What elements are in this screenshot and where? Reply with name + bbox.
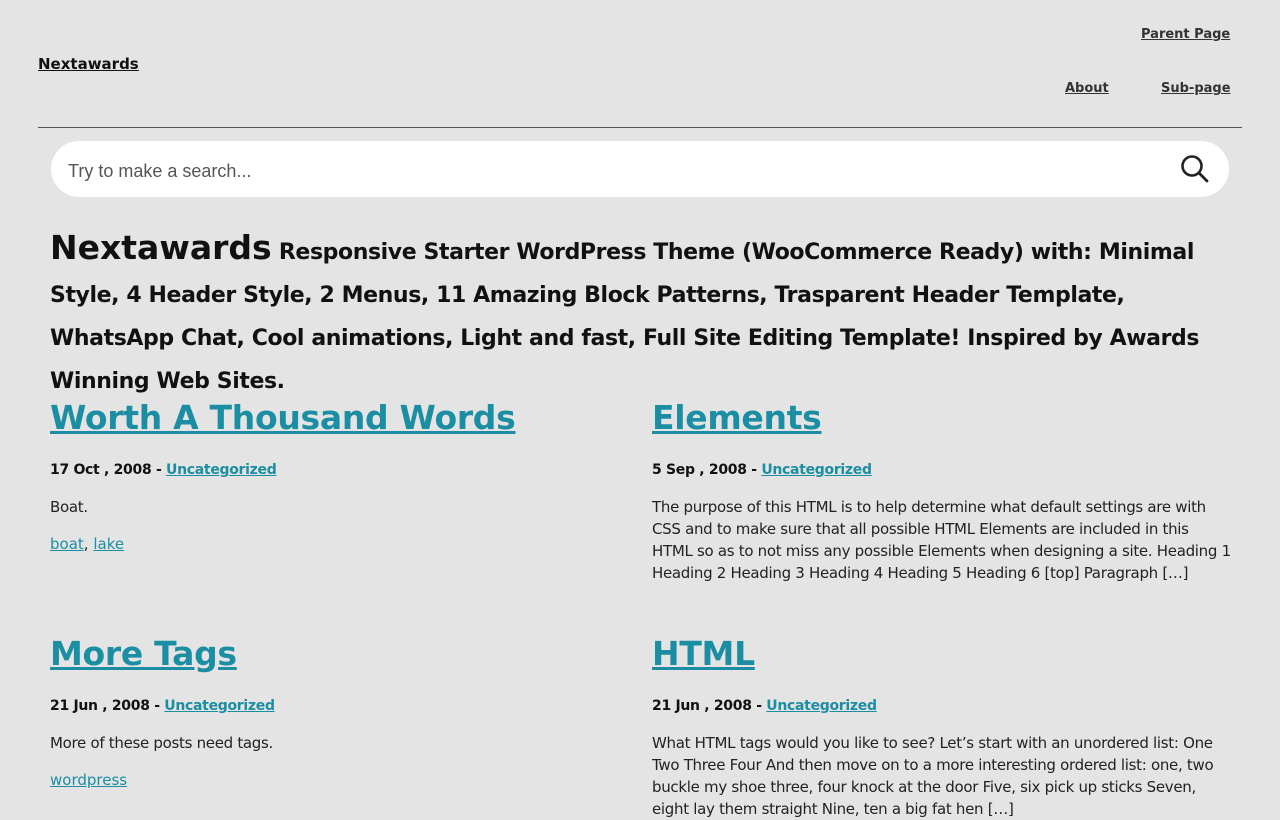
- post-excerpt: More of these posts need tags.: [50, 734, 274, 752]
- tag-link[interactable]: boat: [50, 535, 84, 553]
- search-input[interactable]: [66, 155, 1150, 187]
- post-date: 17 Oct , 2008 -: [50, 462, 162, 478]
- post-card: Worth A Thousand Words 17 Oct , 2008 - U…: [50, 397, 630, 553]
- tag-separator: ,: [83, 535, 89, 553]
- post-title: More Tags: [50, 633, 630, 675]
- post-category-link[interactable]: Uncategorized: [164, 698, 275, 714]
- tag-link[interactable]: lake: [93, 535, 124, 553]
- post-tags: wordpress: [50, 771, 630, 789]
- site-header: Nextawards Parent Page About Sub-page: [0, 0, 1280, 128]
- post-category-link[interactable]: Uncategorized: [766, 698, 877, 714]
- nav-item-sub-page[interactable]: Sub-page: [1161, 81, 1231, 96]
- post-card: More Tags 21 Jun , 2008 - Uncategorized …: [50, 633, 630, 789]
- search-bar: [51, 141, 1229, 197]
- post-tags: boat, lake: [50, 535, 630, 553]
- post-title: HTML: [652, 633, 1232, 675]
- post-title: Worth A Thousand Words: [50, 397, 630, 439]
- post-title-link[interactable]: Elements: [652, 398, 822, 437]
- site-description: Nextawards Responsive Starter WordPress …: [50, 226, 1240, 403]
- post-excerpt: What HTML tags would you like to see? Le…: [652, 734, 1214, 818]
- tag-link[interactable]: wordpress: [50, 771, 127, 789]
- post-excerpt: Boat.: [50, 498, 88, 516]
- post-excerpt: The purpose of this HTML is to help dete…: [652, 498, 1231, 582]
- post-title-link[interactable]: Worth A Thousand Words: [50, 398, 516, 437]
- search-icon[interactable]: [1179, 153, 1211, 185]
- post-title-link[interactable]: HTML: [652, 634, 755, 673]
- site-description-brand: Nextawards: [50, 228, 272, 267]
- post-meta: 21 Jun , 2008 - Uncategorized: [50, 698, 630, 714]
- post-meta: 17 Oct , 2008 - Uncategorized: [50, 462, 630, 478]
- post-title: Elements: [652, 397, 1232, 439]
- post-card: HTML 21 Jun , 2008 - Uncategorized What …: [652, 633, 1232, 820]
- post-meta: 21 Jun , 2008 - Uncategorized: [652, 698, 1232, 714]
- post-meta: 5 Sep , 2008 - Uncategorized: [652, 462, 1232, 478]
- site-title-link[interactable]: Nextawards: [38, 55, 139, 73]
- post-category-link[interactable]: Uncategorized: [761, 462, 872, 478]
- post-date: 21 Jun , 2008 -: [50, 698, 160, 714]
- post-card: Elements 5 Sep , 2008 - Uncategorized Th…: [652, 397, 1232, 584]
- post-category-link[interactable]: Uncategorized: [166, 462, 277, 478]
- header-divider: [38, 127, 1242, 128]
- nav-item-parent-page[interactable]: Parent Page: [1141, 27, 1230, 42]
- post-date: 5 Sep , 2008 -: [652, 462, 757, 478]
- post-date: 21 Jun , 2008 -: [652, 698, 762, 714]
- nav-item-about[interactable]: About: [1065, 81, 1109, 96]
- post-title-link[interactable]: More Tags: [50, 634, 237, 673]
